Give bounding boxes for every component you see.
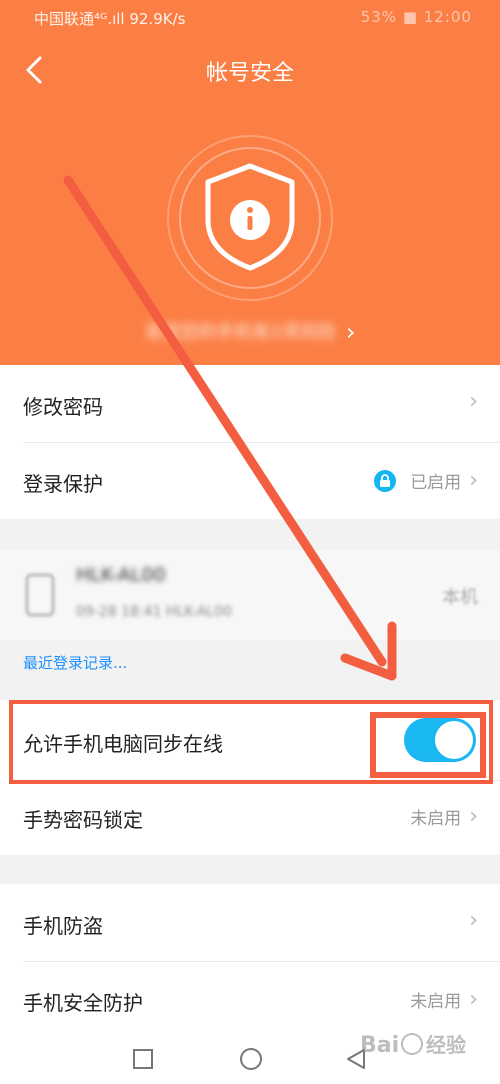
login-protection-row[interactable]: 登录保护 已启用 › xyxy=(0,442,500,519)
risk-banner[interactable]: 发现您的手机有1项风险 › xyxy=(0,318,500,346)
home-icon[interactable] xyxy=(238,1046,264,1072)
recent-apps-icon[interactable] xyxy=(132,1048,154,1070)
header-banner: 中国联通⁴ᴳ.ıll 92.9K/s 53% ■ 12:00 帐号安全 发现您的… xyxy=(0,0,500,365)
status-value: 已启用 xyxy=(410,473,462,493)
shield-info-icon xyxy=(167,135,333,301)
sync-online-toggle[interactable] xyxy=(404,718,476,762)
status-left: 中国联通⁴ᴳ.ıll 92.9K/s xyxy=(34,10,186,28)
device-card[interactable]: HLK-AL00 09-28 18:41 HLK-AL00 本机 xyxy=(0,550,500,640)
svg-text:经验: 经验 xyxy=(426,1033,466,1057)
shield-badge xyxy=(166,134,334,302)
chevron-right-icon: › xyxy=(469,908,478,933)
status-right: 53% ■ 12:00 xyxy=(360,8,472,26)
recent-login-link[interactable]: 最近登录记录... xyxy=(23,652,127,673)
change-password-row[interactable]: 修改密码 › xyxy=(0,365,500,442)
page-title: 帐号安全 xyxy=(205,61,294,86)
status-bar: 中国联通⁴ᴳ.ıll 92.9K/s 53% ■ 12:00 xyxy=(0,0,500,34)
row-right: › xyxy=(469,908,478,933)
phone-security-group: 手机防盗 › 手机安全防护 未启用 › xyxy=(0,884,500,1034)
chevron-right-icon: › xyxy=(469,804,478,829)
device-tag: 本机 xyxy=(442,587,478,608)
status-value: 未启用 xyxy=(410,809,462,829)
device-name: HLK-AL00 xyxy=(76,564,166,586)
risk-text: 发现您的手机有1项风险 xyxy=(144,322,336,343)
row-right: 已启用 › xyxy=(374,468,478,493)
account-security-group: 修改密码 › 登录保护 已启用 › xyxy=(0,365,500,519)
row-label: 手机安全防护 xyxy=(23,991,143,1015)
row-label: 登录保护 xyxy=(23,472,103,496)
device-detail: 09-28 18:41 HLK-AL00 xyxy=(76,604,232,620)
row-label: 手机防盗 xyxy=(23,914,103,938)
chevron-right-icon: › xyxy=(469,389,478,414)
chevron-right-icon: › xyxy=(469,987,478,1012)
baidu-jingyan-logo: Bai 经验 xyxy=(360,1033,466,1058)
lock-icon xyxy=(374,469,397,492)
chevron-right-icon: › xyxy=(345,318,356,346)
gesture-lock-row[interactable]: 手势密码锁定 未启用 › xyxy=(0,780,500,855)
toggle-knob xyxy=(435,721,473,759)
phone-icon xyxy=(26,574,54,616)
watermark: Bai 经验 xyxy=(360,1024,470,1070)
anti-theft-row[interactable]: 手机防盗 › xyxy=(0,884,500,961)
status-value: 未启用 xyxy=(410,992,462,1012)
row-label: 手势密码锁定 xyxy=(23,808,143,832)
svg-text:Bai: Bai xyxy=(360,1033,399,1058)
row-right: 未启用 › xyxy=(410,804,478,829)
row-right: 未启用 › xyxy=(410,987,478,1012)
chevron-right-icon: › xyxy=(469,468,478,493)
row-label: 修改密码 xyxy=(23,395,103,419)
row-right: › xyxy=(469,389,478,414)
